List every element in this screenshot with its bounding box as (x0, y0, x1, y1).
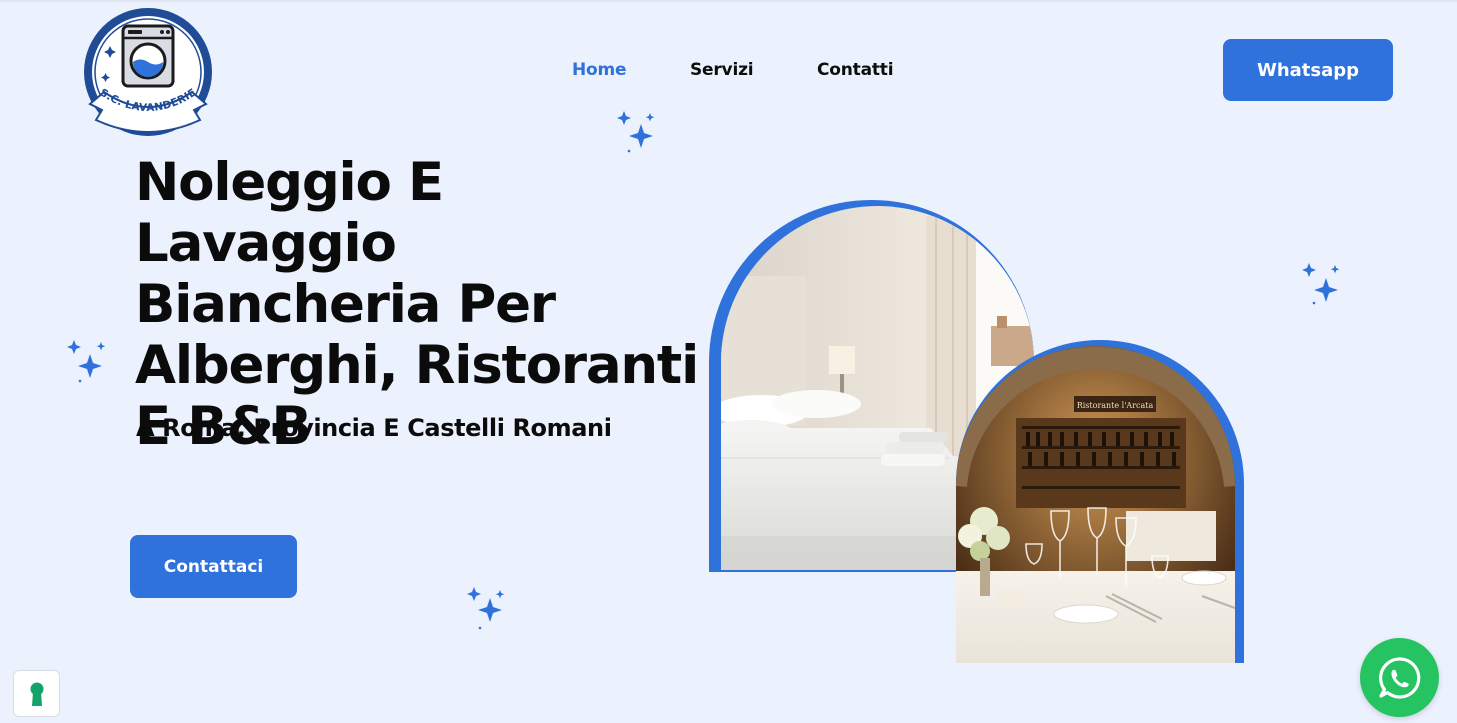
whatsapp-float-button[interactable] (1360, 638, 1439, 717)
sparkle-icon (1302, 263, 1340, 305)
site-logo[interactable]: S.C. LAVANDERIE (80, 4, 216, 140)
top-border (0, 0, 1457, 2)
restaurant-sign-text: Ristorante l'Arcata (1077, 401, 1154, 410)
restaurant-dining-photo: Ristorante l'Arcata (956, 346, 1235, 663)
nav-contatti-link[interactable]: Contatti (817, 60, 894, 80)
restaurant-image-frame: Ristorante l'Arcata (956, 340, 1244, 663)
whatsapp-icon (1378, 656, 1420, 699)
sparkle-icon (617, 111, 655, 153)
whatsapp-button[interactable]: Whatsapp (1223, 39, 1393, 101)
nav-home-link[interactable]: Home (572, 60, 627, 80)
hero-title: Noleggio E Lavaggio Biancheria Per Alber… (135, 152, 699, 457)
cookie-settings-button[interactable] (13, 670, 60, 717)
keyhole-icon (30, 682, 43, 706)
sparkle-icon (67, 340, 106, 383)
nav-servizi-link[interactable]: Servizi (690, 60, 754, 80)
contattaci-button[interactable]: Contattaci (130, 535, 297, 598)
sparkle-icon (467, 587, 505, 630)
hero-subtitle: A Roma, Provincia E Castelli Romani (136, 414, 612, 442)
washing-machine-logo-icon: S.C. LAVANDERIE (84, 8, 212, 136)
